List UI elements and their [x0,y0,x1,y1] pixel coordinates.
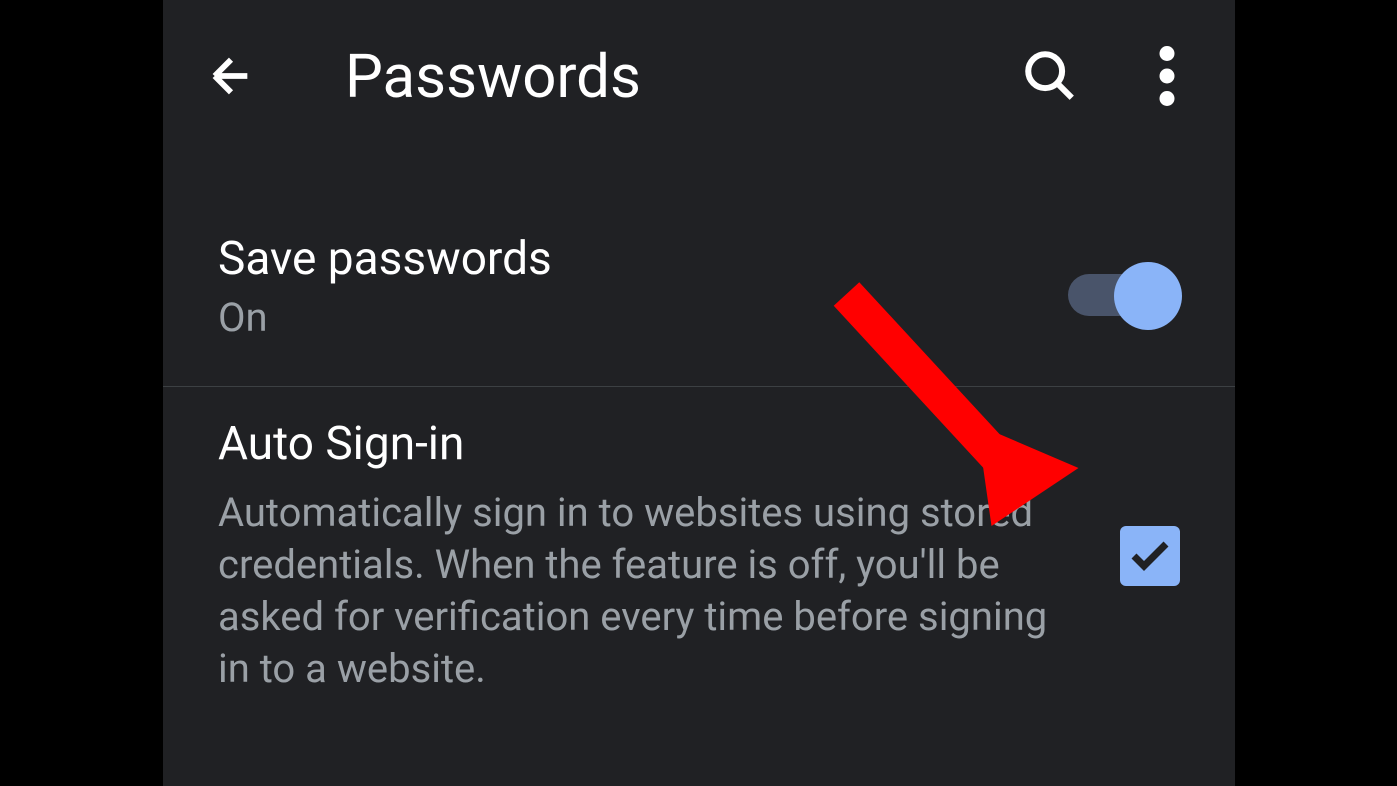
arrow-left-icon [203,48,259,104]
search-button[interactable] [1011,37,1089,115]
page-title: Passwords [345,41,971,112]
save-passwords-toggle[interactable] [1070,262,1180,312]
more-button[interactable] [1149,36,1185,116]
header: Passwords [163,0,1235,152]
setting-text: Auto Sign-in Automatically sign in to we… [218,417,1120,695]
settings-list: Save passwords On Auto Sign-in Automatic… [163,202,1235,740]
auto-sign-in-checkbox[interactable] [1120,526,1180,586]
passwords-screen: Passwords Save passwords On [163,0,1235,786]
auto-sign-in-description: Automatically sign in to websites using … [218,487,1060,695]
search-icon [1021,47,1079,105]
auto-sign-in-title: Auto Sign-in [218,417,1060,471]
setting-auto-sign-in[interactable]: Auto Sign-in Automatically sign in to we… [163,387,1235,740]
save-passwords-title: Save passwords [218,232,1010,286]
toggle-thumb [1114,262,1182,330]
save-passwords-status: On [218,294,1010,341]
back-button[interactable] [193,38,269,114]
header-actions [1011,36,1185,116]
setting-save-passwords[interactable]: Save passwords On [163,202,1235,387]
checkmark-icon [1126,532,1174,580]
setting-text: Save passwords On [218,232,1070,341]
more-vertical-icon [1159,46,1175,106]
